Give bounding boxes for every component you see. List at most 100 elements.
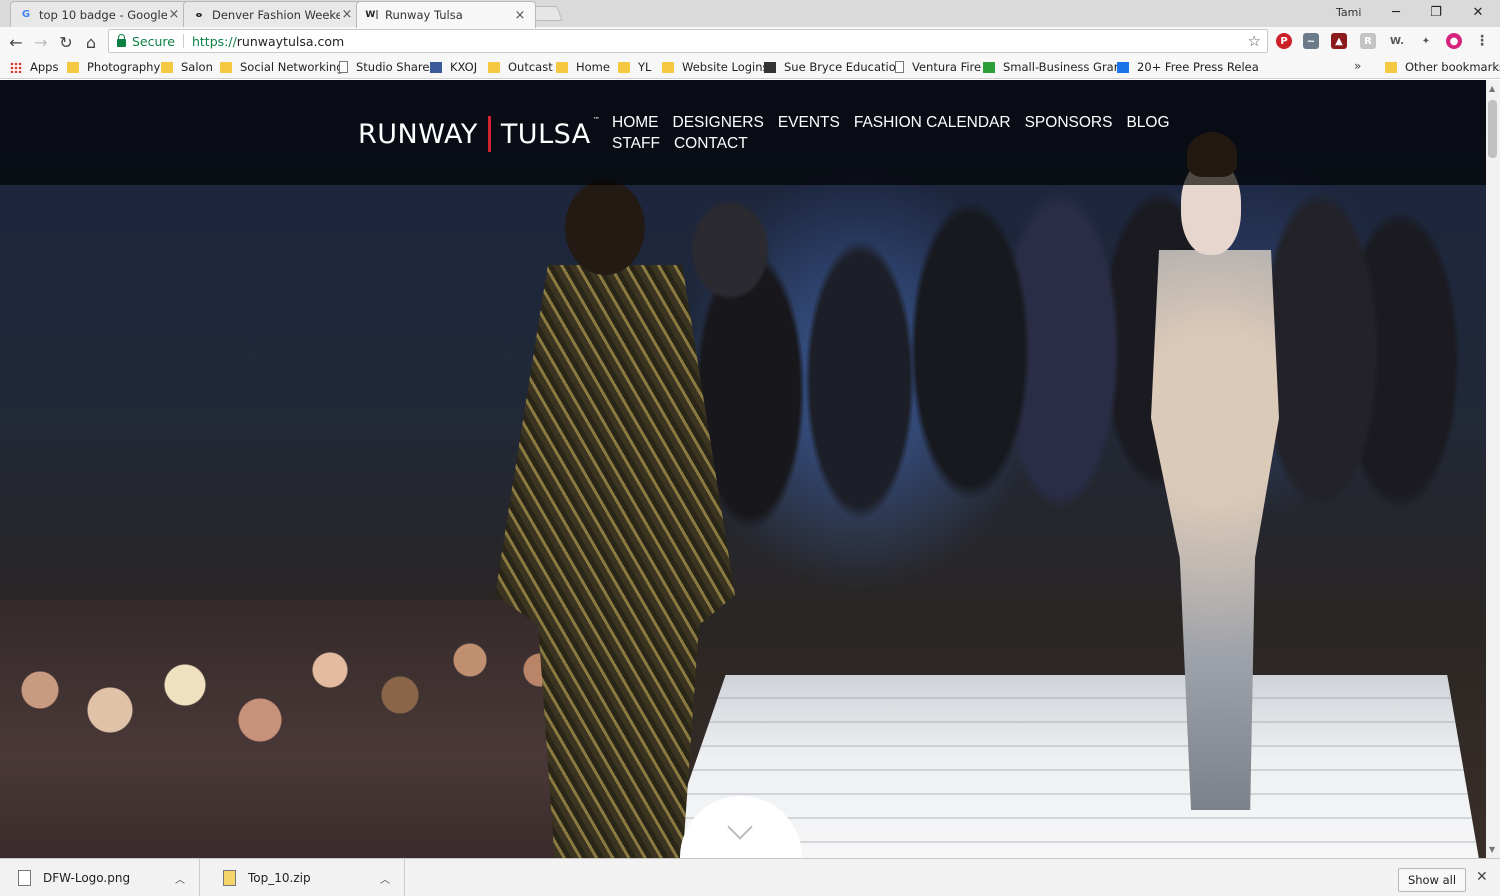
bookmark-star-icon[interactable]: ☆ <box>1248 32 1261 50</box>
reload-icon[interactable]: ↻ <box>55 31 77 53</box>
url-scheme: https:// <box>191 33 237 49</box>
page-scrollbar[interactable]: ▲ ▼ <box>1486 80 1500 858</box>
bookmark-salon[interactable]: Salon <box>161 60 213 74</box>
bookmark-apps[interactable]: Apps <box>10 60 58 74</box>
site-nav: HOME DESIGNERS EVENTS FASHION CALENDAR S… <box>612 112 1182 154</box>
profile-name[interactable]: Tami <box>1336 6 1361 19</box>
page-icon <box>895 61 904 73</box>
dfw-icon: ⴰ <box>195 9 203 20</box>
download-filename: Top_10.zip <box>248 870 311 885</box>
scroll-down-arrow-icon[interactable]: ▼ <box>1489 845 1495 854</box>
n-icon <box>983 61 995 73</box>
tab-denver-fashion[interactable]: ⴰ Denver Fashion Weekend × <box>183 1 363 27</box>
bookmark-label: 20+ Free Press Relea <box>1137 60 1259 74</box>
bookmark-label: Home <box>576 60 610 74</box>
nav-sponsors[interactable]: SPONSORS <box>1025 112 1113 133</box>
folder-icon <box>662 61 674 73</box>
close-window-icon[interactable]: ✕ <box>1458 0 1498 24</box>
bookmark-small-business-grant[interactable]: Small-Business Grant <box>983 60 1126 74</box>
browser-window: G top 10 badge - Google S × ⴰ Denver Fas… <box>0 0 1500 896</box>
page-viewport: RUNWAY TULSA ™ HOME DESIGNERS EVENTS FAS… <box>0 80 1486 858</box>
menu-icon[interactable]: ⋮ <box>1474 33 1490 49</box>
model-gold-gown <box>495 180 735 858</box>
folder-icon <box>220 61 232 73</box>
bookmark-free-press[interactable]: 20+ Free Press Relea <box>1117 60 1259 74</box>
folder-icon <box>67 61 79 73</box>
page-icon <box>339 61 348 73</box>
model-head <box>565 180 645 275</box>
runway-tulsa-icon: W| <box>365 10 379 20</box>
logo-tulsa: TULSA <box>500 118 591 150</box>
extension-chart-icon[interactable]: ~ <box>1303 33 1319 49</box>
bookmark-ventura-fire[interactable]: Ventura Fire <box>895 60 981 74</box>
security-indicator[interactable]: Secure <box>117 33 175 49</box>
photographers-crowd <box>640 160 1480 680</box>
tab-google-search[interactable]: G top 10 badge - Google S × <box>10 1 190 27</box>
bookmark-label: Salon <box>181 60 213 74</box>
bookmark-home[interactable]: Home <box>556 60 610 74</box>
nav-staff[interactable]: STAFF <box>612 133 660 154</box>
bookmark-sue-bryce[interactable]: Sue Bryce Education <box>764 60 903 74</box>
tab-title: Runway Tulsa <box>385 8 463 22</box>
bookmark-social-networking[interactable]: Social Networking <box>220 60 344 74</box>
chevron-down-icon <box>727 814 753 840</box>
scroll-up-arrow-icon[interactable]: ▲ <box>1489 84 1495 93</box>
bookmark-label: Studio Share <box>356 60 430 74</box>
logo-runway: RUNWAY <box>358 118 478 150</box>
sue-bryce-icon <box>764 61 776 73</box>
show-all-button[interactable]: Show all <box>1398 868 1466 892</box>
nav-contact[interactable]: CONTACT <box>674 133 748 154</box>
restore-icon[interactable]: ❐ <box>1416 0 1456 24</box>
bookmark-label: Other bookmarks <box>1405 60 1500 74</box>
download-shelf: DFW-Logo.png ︿ Top_10.zip ︿ Show all ✕ <box>0 858 1500 896</box>
extension-r-icon[interactable]: R <box>1360 33 1376 49</box>
bookmark-yl[interactable]: YL <box>618 60 651 74</box>
extension-hat-icon[interactable]: ▲ <box>1331 33 1347 49</box>
url-host: runwaytulsa.com <box>236 33 345 49</box>
site-logo[interactable]: RUNWAY TULSA ™ <box>358 116 600 152</box>
download-item[interactable]: DFW-Logo.png ︿ <box>0 859 200 896</box>
folder-icon <box>488 61 500 73</box>
address-bar[interactable]: Secure https:// runwaytulsa.com ☆ <box>108 29 1268 53</box>
logo-divider <box>487 116 491 152</box>
bookmark-kxoj[interactable]: KXOJ <box>430 60 477 74</box>
apps-grid-icon <box>10 61 22 73</box>
nav-fashion-calendar[interactable]: FASHION CALENDAR <box>854 112 1011 133</box>
logo-trademark: ™ <box>592 116 601 124</box>
folder-icon <box>556 61 568 73</box>
tab-runway-tulsa[interactable]: W| Runway Tulsa × <box>356 1 536 28</box>
bookmark-outcast[interactable]: Outcast <box>488 60 553 74</box>
nav-designers[interactable]: DESIGNERS <box>673 112 764 133</box>
twitter-icon[interactable]: ✦ <box>1418 33 1434 49</box>
tab-strip: G top 10 badge - Google S × ⴰ Denver Fas… <box>0 0 1500 28</box>
close-tab-icon[interactable]: × <box>340 7 354 22</box>
bookmark-label: Small-Business Grant <box>1003 60 1126 74</box>
close-tab-icon[interactable]: × <box>167 7 181 22</box>
bookmark-studio-share[interactable]: Studio Share <box>339 60 429 74</box>
close-tab-icon[interactable]: × <box>513 8 527 23</box>
extension-w-icon[interactable]: W. <box>1389 33 1405 49</box>
scrollbar-thumb[interactable] <box>1488 100 1497 158</box>
pinterest-icon[interactable]: P <box>1276 33 1292 49</box>
lock-icon <box>117 33 126 47</box>
download-item[interactable]: Top_10.zip ︿ <box>205 859 405 896</box>
model-silver-gown <box>1115 132 1315 840</box>
minimize-icon[interactable]: ─ <box>1376 0 1416 24</box>
bookmark-website-logins[interactable]: Website Logins <box>662 60 769 74</box>
forward-icon[interactable]: → <box>30 31 52 53</box>
nav-events[interactable]: EVENTS <box>778 112 840 133</box>
bookmark-other-bookmarks[interactable]: Other bookmarks <box>1385 60 1500 74</box>
extension-pink-icon[interactable]: ● <box>1446 33 1462 49</box>
bookmark-photography[interactable]: Photography <box>67 60 160 74</box>
chevron-up-icon[interactable]: ︿ <box>175 871 185 886</box>
folder-icon <box>161 61 173 73</box>
close-icon[interactable]: ✕ <box>1476 869 1488 885</box>
bookmark-label: Photography <box>87 60 161 74</box>
bookmarks-bar: Apps Photography Salon Social Networking… <box>0 56 1500 79</box>
chevron-up-icon[interactable]: ︿ <box>380 871 390 886</box>
nav-home[interactable]: HOME <box>612 112 659 133</box>
back-icon[interactable]: ← <box>5 31 27 53</box>
nav-blog[interactable]: BLOG <box>1126 112 1169 133</box>
home-icon[interactable]: ⌂ <box>80 31 102 53</box>
bookmarks-overflow-icon[interactable]: » <box>1354 59 1361 73</box>
